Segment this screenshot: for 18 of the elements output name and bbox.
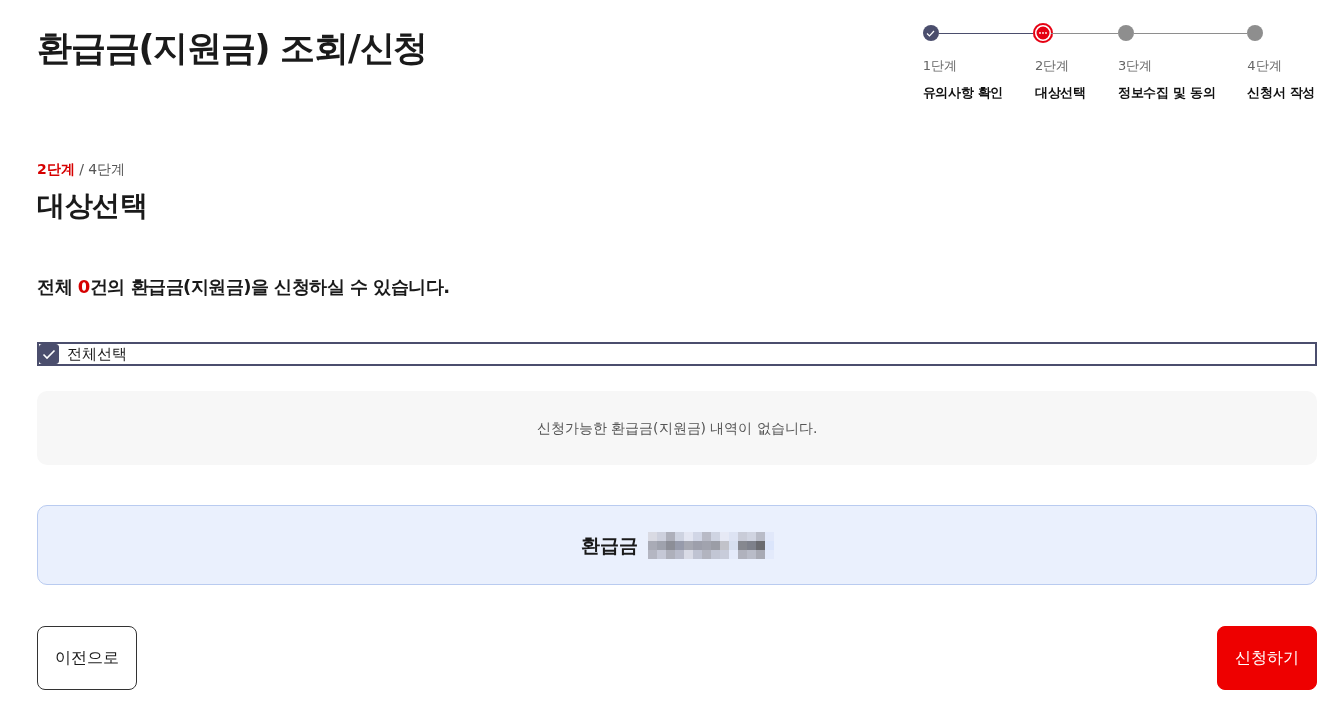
step-number: 3단계 (1117, 57, 1154, 75)
previous-button[interactable]: 이전으로 (37, 626, 137, 690)
step-counter: 2단계 / 4단계 (37, 160, 126, 179)
step-name: 정보수집 및 동의 (1117, 84, 1216, 102)
summary-text: 전체 0건의 환급금(지원금)을 신청하실 수 있습니다. (37, 275, 450, 299)
section-heading: 대상선택 (37, 188, 147, 224)
select-all-checkbox[interactable]: 전체선택 (37, 342, 1317, 366)
page-title: 환급금(지원금) 조회/신청 (37, 27, 428, 70)
empty-message: 신청가능한 환급금(지원금) 내역이 없습니다. (536, 419, 818, 438)
step-name: 신청서 작성 (1247, 84, 1315, 102)
step-number: 4단계 (1247, 57, 1283, 75)
step-name: 유의사항 확인 (922, 84, 1004, 102)
total-label: 환급금 (580, 533, 638, 558)
step-number: 2단계 (1035, 57, 1071, 75)
check-icon (926, 29, 936, 37)
step-number: 1단계 (922, 57, 958, 75)
apply-button[interactable]: 신청하기 (1217, 626, 1317, 690)
step-name: 대상선택 (1035, 84, 1086, 102)
